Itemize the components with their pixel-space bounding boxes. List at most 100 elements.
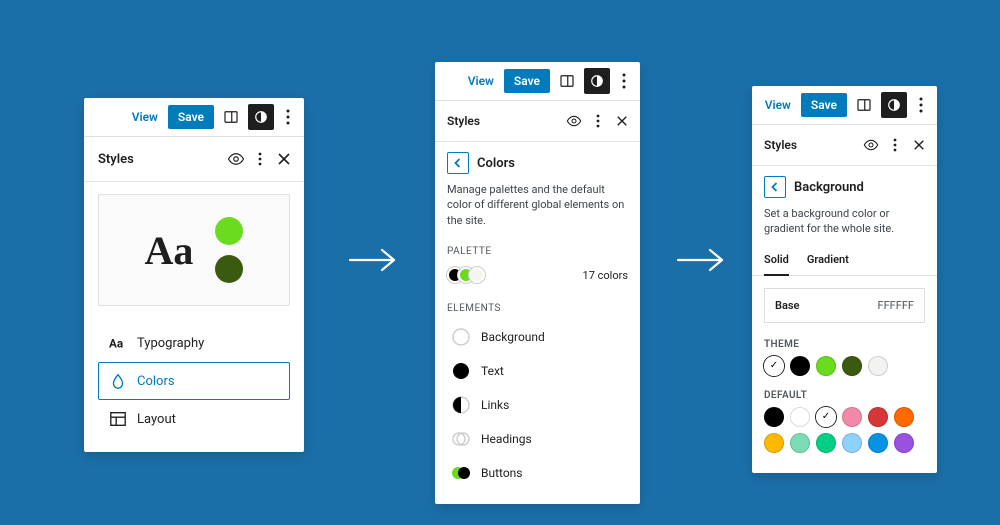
- selected-color-readout[interactable]: Base FFFFFF: [764, 288, 925, 323]
- sidebar-toggle-icon[interactable]: [851, 92, 877, 118]
- element-headings[interactable]: Headings: [447, 422, 628, 456]
- preview-color-dots: [215, 217, 243, 283]
- save-button[interactable]: Save: [504, 69, 550, 93]
- more-menu-icon[interactable]: [614, 73, 634, 89]
- sub-description: Set a background color or gradient for t…: [752, 202, 937, 245]
- nav-item-label: Layout: [137, 412, 176, 427]
- styles-title: Styles: [447, 114, 562, 128]
- tab-solid[interactable]: Solid: [764, 245, 789, 276]
- close-icon[interactable]: [907, 133, 931, 157]
- close-icon[interactable]: [272, 147, 296, 171]
- styles-toggle-icon[interactable]: [248, 104, 274, 130]
- nav-layout[interactable]: Layout: [98, 400, 290, 438]
- color-swatch[interactable]: [764, 356, 784, 376]
- color-swatch[interactable]: [868, 356, 888, 376]
- sub-header: Colors: [435, 142, 640, 178]
- element-links[interactable]: Links: [447, 388, 628, 422]
- view-button[interactable]: View: [462, 70, 500, 92]
- more-menu-icon[interactable]: [911, 97, 931, 113]
- layout-icon: [109, 410, 127, 428]
- color-swatch[interactable]: [842, 407, 862, 427]
- color-swatch[interactable]: [764, 407, 784, 427]
- color-swatch[interactable]: [894, 407, 914, 427]
- svg-text:Aa: Aa: [109, 337, 123, 351]
- color-swatch[interactable]: [868, 433, 888, 453]
- theme-swatch-section: THEME: [752, 335, 937, 386]
- palette-section-label: PALETTE: [435, 238, 640, 263]
- color-swatch[interactable]: [868, 407, 888, 427]
- styles-toggle-icon[interactable]: [881, 92, 907, 118]
- color-swatch[interactable]: [816, 356, 836, 376]
- default-swatch-section: DEFAULT: [752, 386, 937, 473]
- save-button[interactable]: Save: [801, 93, 847, 117]
- eye-icon[interactable]: [224, 147, 248, 171]
- style-preview: Aa: [98, 194, 290, 306]
- styles-toggle-icon[interactable]: [584, 68, 610, 94]
- palette-count: 17 colors: [583, 269, 628, 282]
- color-swatch[interactable]: [894, 433, 914, 453]
- elements-section-label: ELEMENTS: [435, 295, 640, 320]
- color-swatch[interactable]: [816, 407, 836, 427]
- sub-title: Colors: [477, 156, 515, 171]
- nav-colors[interactable]: Colors: [98, 362, 290, 400]
- toolbar: View Save: [752, 86, 937, 125]
- eye-icon[interactable]: [859, 133, 883, 157]
- back-button[interactable]: [447, 152, 469, 174]
- preview-typography-sample: Aa: [145, 227, 194, 274]
- nav-typography[interactable]: Aa Typography: [98, 324, 290, 362]
- sub-title: Background: [794, 180, 864, 195]
- sub-header: Background: [752, 166, 937, 202]
- element-label: Background: [481, 330, 545, 344]
- kebab-icon[interactable]: [883, 133, 907, 157]
- nav-item-label: Colors: [137, 374, 175, 389]
- element-label: Links: [481, 398, 509, 412]
- tab-gradient[interactable]: Gradient: [807, 245, 849, 276]
- sub-description: Manage palettes and the default color of…: [435, 178, 640, 238]
- eye-icon[interactable]: [562, 109, 586, 133]
- close-icon[interactable]: [610, 109, 634, 133]
- color-swatch[interactable]: [842, 356, 862, 376]
- element-label: Buttons: [481, 466, 523, 480]
- element-label: Text: [481, 364, 504, 378]
- sidebar-toggle-icon[interactable]: [218, 104, 244, 130]
- styles-header: Styles: [435, 101, 640, 142]
- color-swatch[interactable]: [764, 433, 784, 453]
- more-menu-icon[interactable]: [278, 109, 298, 125]
- styles-header: Styles: [84, 137, 304, 182]
- palette-row[interactable]: 17 colors: [435, 263, 640, 295]
- toolbar: View Save: [84, 98, 304, 137]
- styles-nav-list: Aa Typography Colors Layout: [84, 318, 304, 452]
- default-swatch-label: DEFAULT: [764, 386, 925, 407]
- kebab-icon[interactable]: [586, 109, 610, 133]
- element-background[interactable]: Background: [447, 320, 628, 354]
- circle-outline-icon: [451, 327, 471, 347]
- color-swatch[interactable]: [816, 433, 836, 453]
- typography-icon: Aa: [109, 334, 127, 352]
- sidebar-toggle-icon[interactable]: [554, 68, 580, 94]
- circle-solid-icon: [451, 361, 471, 381]
- palette-swatch-stack: [447, 267, 480, 283]
- kebab-icon[interactable]: [248, 147, 272, 171]
- styles-title: Styles: [98, 152, 224, 167]
- color-swatch[interactable]: [790, 407, 810, 427]
- styles-title: Styles: [764, 138, 859, 152]
- base-color-value: FFFFFF: [878, 299, 914, 312]
- color-swatch[interactable]: [842, 433, 862, 453]
- element-label: Headings: [481, 432, 532, 446]
- theme-swatch-label: THEME: [764, 335, 925, 356]
- flow-arrow-icon: [344, 240, 404, 284]
- color-swatch[interactable]: [790, 433, 810, 453]
- styles-header: Styles: [752, 125, 937, 166]
- preview-color-secondary: [215, 255, 243, 283]
- circles-overlap-icon: [451, 429, 471, 449]
- save-button[interactable]: Save: [168, 105, 214, 129]
- default-swatch-row: [764, 407, 925, 461]
- back-button[interactable]: [764, 176, 786, 198]
- element-text[interactable]: Text: [447, 354, 628, 388]
- color-swatch[interactable]: [790, 356, 810, 376]
- view-button[interactable]: View: [759, 94, 797, 116]
- flow-arrow-icon: [672, 240, 732, 284]
- view-button[interactable]: View: [126, 106, 164, 128]
- theme-swatch-row: [764, 356, 925, 384]
- element-buttons[interactable]: Buttons: [447, 456, 628, 490]
